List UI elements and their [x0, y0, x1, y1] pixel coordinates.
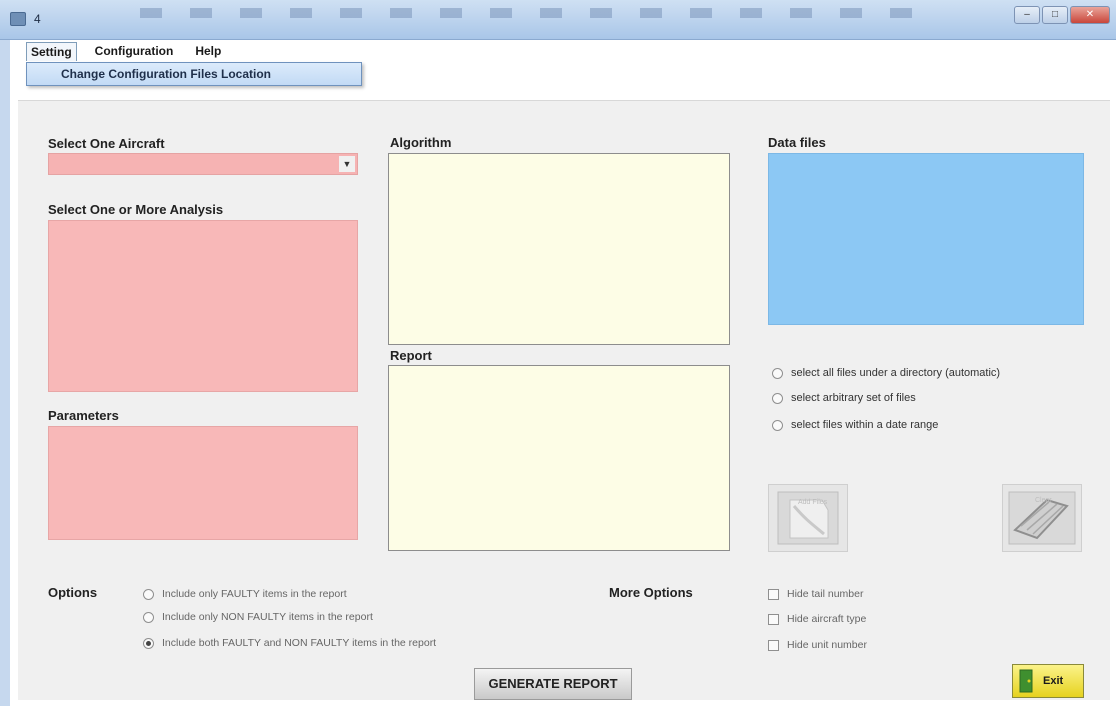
option-nonfaulty-only-label: Include only NON FAULTY items in the rep…: [162, 611, 373, 623]
parameters-list[interactable]: [48, 426, 358, 540]
option-both-radio[interactable]: [143, 637, 154, 649]
option-faulty-only[interactable]: Include only FAULTY items in the report: [143, 588, 347, 600]
algorithm-textarea[interactable]: [388, 153, 730, 345]
hide-aircraft-type-option[interactable]: Hide aircraft type: [768, 613, 866, 625]
option-both-label: Include both FAULTY and NON FAULTY items…: [162, 637, 437, 649]
add-files-button-caption: Add Files: [798, 499, 828, 506]
mode-arbitrary-radio[interactable]: [772, 392, 783, 404]
exit-button-label: Exit: [1043, 675, 1064, 687]
mode-all-files-radio[interactable]: [772, 367, 783, 379]
analysis-list[interactable]: [48, 220, 358, 392]
mode-all-files-label: select all files under a directory (auto…: [791, 367, 1001, 379]
hide-tail-number-label: Hide tail number: [787, 588, 864, 600]
menu-setting[interactable]: Setting: [26, 41, 77, 61]
option-both[interactable]: Include both FAULTY and NON FAULTY items…: [143, 637, 436, 649]
option-nonfaulty-only[interactable]: Include only NON FAULTY items in the rep…: [143, 611, 373, 623]
parameters-label: Parameters: [48, 408, 119, 423]
mode-all-files-option[interactable]: select all files under a directory (auto…: [772, 367, 1000, 379]
algorithm-label: Algorithm: [390, 135, 452, 150]
hide-unit-number-option[interactable]: Hide unit number: [768, 639, 867, 651]
mode-arbitrary-label: select arbitrary set of files: [791, 392, 916, 404]
title-bar: 4 – □ ✕: [0, 0, 1116, 40]
close-button[interactable]: ✕: [1070, 6, 1110, 24]
analysis-label: Select One or More Analysis: [48, 202, 224, 217]
minimize-button[interactable]: –: [1014, 6, 1040, 24]
chevron-down-icon[interactable]: ▼: [339, 156, 355, 172]
datafiles-label: Data files: [768, 135, 826, 150]
mode-date-range-radio[interactable]: [772, 419, 783, 431]
eraser-icon: Clear: [1008, 491, 1076, 545]
hide-tail-number-option[interactable]: Hide tail number: [768, 588, 863, 600]
more-options-label: More Options: [609, 585, 693, 600]
window-title: 4: [34, 12, 41, 26]
menu-configuration[interactable]: Configuration: [91, 42, 178, 60]
hide-aircraft-type-checkbox[interactable]: [768, 613, 779, 625]
window-border-left: [0, 40, 10, 706]
hide-unit-number-checkbox[interactable]: [768, 639, 779, 651]
clear-button[interactable]: Clear: [1002, 484, 1082, 552]
maximize-button[interactable]: □: [1042, 6, 1068, 24]
hide-aircraft-type-label: Hide aircraft type: [787, 613, 867, 625]
title-bar-blurred-content: [140, 8, 920, 18]
menu-help[interactable]: Help: [191, 42, 225, 60]
exit-button[interactable]: Exit: [1012, 664, 1084, 698]
mode-date-range-option[interactable]: select files within a date range: [772, 419, 938, 431]
add-files-icon: Add Files: [777, 491, 839, 545]
generate-report-button[interactable]: GENERATE REPORT: [474, 668, 632, 700]
window-controls: – □ ✕: [1014, 6, 1110, 24]
exit-door-icon: [1019, 669, 1033, 693]
option-nonfaulty-only-radio[interactable]: [143, 611, 154, 623]
aircraft-label: Select One Aircraft: [48, 136, 165, 151]
option-faulty-only-label: Include only FAULTY items in the report: [162, 588, 347, 600]
report-textarea[interactable]: [388, 365, 730, 551]
add-files-button[interactable]: Add Files: [768, 484, 848, 552]
aircraft-select[interactable]: ▼: [48, 153, 358, 175]
clear-button-caption: Clear: [1035, 497, 1052, 504]
datafiles-list[interactable]: [768, 153, 1084, 325]
menu-bar: Setting Configuration Help: [22, 40, 230, 62]
report-label: Report: [390, 348, 432, 363]
hide-tail-number-checkbox[interactable]: [768, 588, 779, 600]
mode-arbitrary-option[interactable]: select arbitrary set of files: [772, 392, 916, 404]
hide-unit-number-label: Hide unit number: [787, 639, 867, 651]
mode-date-range-label: select files within a date range: [791, 419, 939, 431]
options-label: Options: [48, 585, 98, 600]
app-icon: [10, 12, 26, 26]
option-faulty-only-radio[interactable]: [143, 588, 154, 600]
menu-item-change-config-location[interactable]: Change Configuration Files Location: [26, 62, 362, 86]
